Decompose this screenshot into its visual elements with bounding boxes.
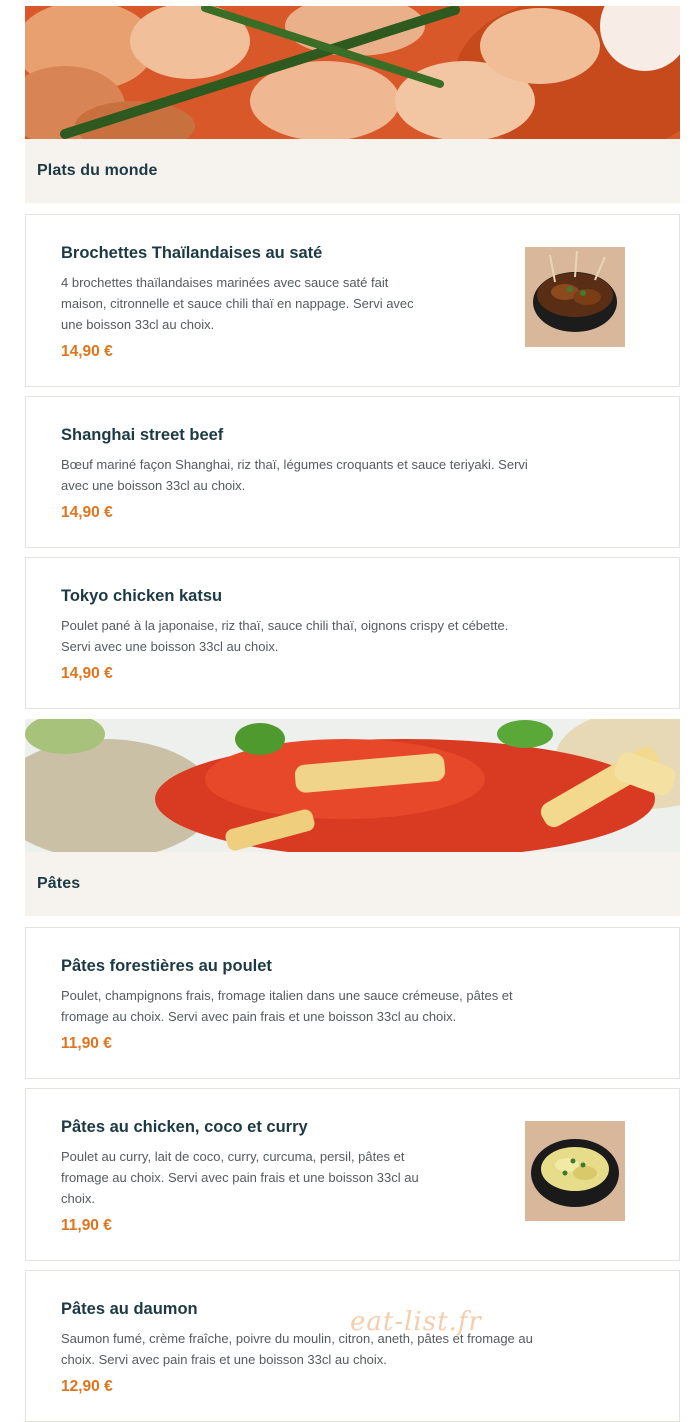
item-description: Poulet pané à la japonaise, riz thaï, sa… [61,618,509,654]
item-price: 14,90 € [61,504,113,521]
item-price: 12,90 € [61,1378,113,1395]
item-name: Brochettes Thaïlandaises au saté [61,244,323,262]
section-header: Plats du monde [25,139,680,203]
item-photo [525,1121,625,1221]
item-photo [525,247,625,347]
item-name: Shanghai street beef [61,426,224,444]
item-name: Pâtes forestières au poulet [61,957,272,975]
item-name: Tokyo chicken katsu [61,587,223,605]
menu-item-card[interactable]: Pâtes au chicken, coco et curry Poulet a… [25,1088,680,1261]
item-description: Poulet, champignons frais, fromage itali… [61,988,513,1024]
section-title: Plats du monde [37,162,158,179]
section-banner-image [25,6,680,139]
item-price: 14,90 € [61,343,113,360]
section-banner-image [25,719,680,852]
item-description: Bœuf mariné façon Shanghai, riz thaï, lé… [61,457,528,493]
menu-item-card[interactable]: Pâtes au daumon Saumon fumé, crème fraîc… [25,1270,680,1422]
item-description: 4 brochettes thaïlandaises marinées avec… [61,275,414,332]
item-price: 11,90 € [61,1035,112,1052]
item-name: Pâtes au chicken, coco et curry [61,1118,308,1136]
menu-list: Plats du monde Brochettes Thaïlandaises … [25,6,680,1422]
item-price: 11,90 € [61,1217,112,1234]
item-description: Poulet au curry, lait de coco, curry, cu… [61,1149,419,1206]
watermark: eat-list.fr [350,1307,482,1337]
menu-item-card[interactable]: Pâtes forestières au poulet Poulet, cham… [25,927,680,1079]
menu-item-card[interactable]: Brochettes Thaïlandaises au saté 4 broch… [25,214,680,387]
menu-item-card[interactable]: Shanghai street beef Bœuf mariné façon S… [25,396,680,548]
menu-item-card[interactable]: Tokyo chicken katsu Poulet pané à la jap… [25,557,680,709]
section-title: Pâtes [37,875,81,892]
item-price: 14,90 € [61,665,113,682]
section-header: Pâtes [25,852,680,916]
